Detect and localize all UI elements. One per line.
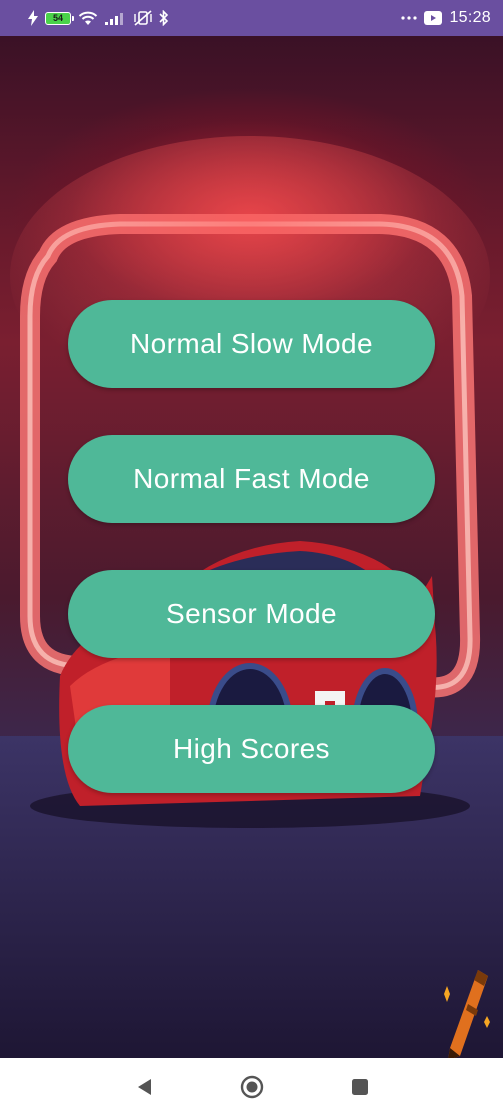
- vibrate-off-icon: [134, 9, 152, 27]
- wifi-icon: [78, 9, 98, 27]
- crayon-icon[interactable]: [438, 964, 494, 1058]
- bluetooth-icon: [159, 9, 169, 27]
- battery-icon: 54: [45, 11, 74, 25]
- more-icon: [401, 9, 418, 27]
- background-car-image: [0, 136, 503, 1058]
- back-icon: [137, 1078, 151, 1095]
- high-scores-button[interactable]: High Scores: [68, 705, 435, 793]
- status-right-icons: 15:28: [401, 9, 491, 27]
- home-button[interactable]: [238, 1073, 266, 1101]
- navigation-bar: [0, 1058, 503, 1115]
- back-button[interactable]: [130, 1073, 158, 1101]
- clock: 15:28: [449, 9, 491, 26]
- status-left-icons: 54: [28, 9, 169, 27]
- game-menu-screen: Normal Slow Mode Normal Fast Mode Sensor…: [0, 36, 503, 1058]
- normal-fast-mode-button[interactable]: Normal Fast Mode: [68, 435, 435, 523]
- recents-button[interactable]: [346, 1073, 374, 1101]
- battery-level: 54: [52, 13, 63, 23]
- signal-icon: [105, 9, 127, 27]
- youtube-icon: [424, 9, 443, 27]
- flash-icon: [28, 9, 38, 27]
- recents-icon: [351, 1078, 368, 1095]
- home-icon: [240, 1075, 263, 1098]
- status-bar: 54 15:28: [0, 0, 503, 36]
- sensor-mode-button[interactable]: Sensor Mode: [68, 570, 435, 658]
- normal-slow-mode-button[interactable]: Normal Slow Mode: [68, 300, 435, 388]
